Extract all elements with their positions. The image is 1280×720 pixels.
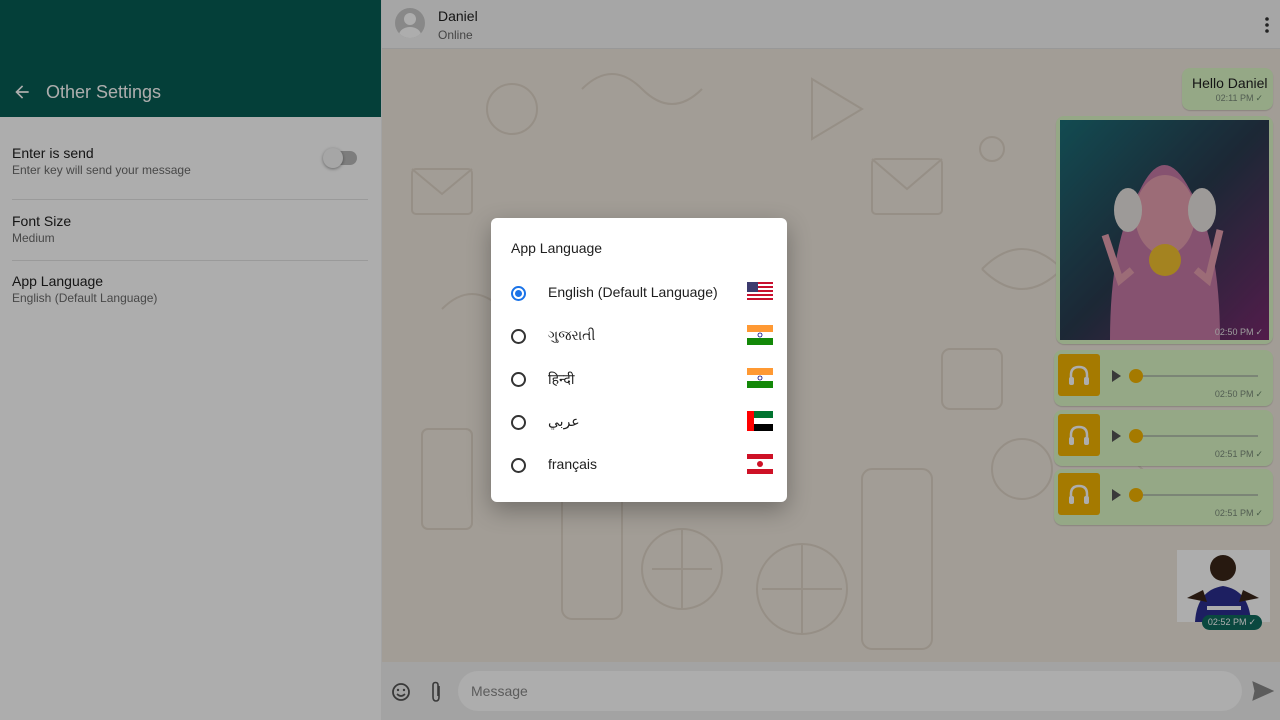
language-label: français	[548, 456, 598, 472]
uae-flag-icon	[747, 411, 773, 431]
french-polynesia-flag-icon	[747, 454, 773, 474]
language-label: عربي	[548, 413, 580, 429]
language-option-hindi[interactable]: हिन्दी	[491, 359, 787, 399]
radio-button[interactable]	[511, 329, 526, 344]
radio-button[interactable]	[511, 415, 526, 430]
india-flag-icon	[747, 325, 773, 345]
language-option-gujarati[interactable]: ગુજરાતી	[491, 316, 787, 356]
radio-button[interactable]	[511, 372, 526, 387]
radio-button[interactable]	[511, 458, 526, 473]
app-language-dialog: App Language English (Default Language) …	[491, 218, 787, 502]
language-option-english[interactable]: English (Default Language)	[491, 273, 787, 313]
language-label: हिन्दी	[548, 371, 575, 387]
india-flag-icon	[747, 368, 773, 388]
language-option-arabic[interactable]: عربي	[491, 402, 787, 442]
us-flag-icon	[747, 282, 773, 302]
language-label: English (Default Language)	[548, 284, 718, 300]
language-label: ગુજરાતી	[548, 327, 596, 343]
radio-button[interactable]	[511, 286, 526, 301]
language-option-french[interactable]: français	[491, 445, 787, 485]
dialog-title: App Language	[511, 240, 603, 256]
